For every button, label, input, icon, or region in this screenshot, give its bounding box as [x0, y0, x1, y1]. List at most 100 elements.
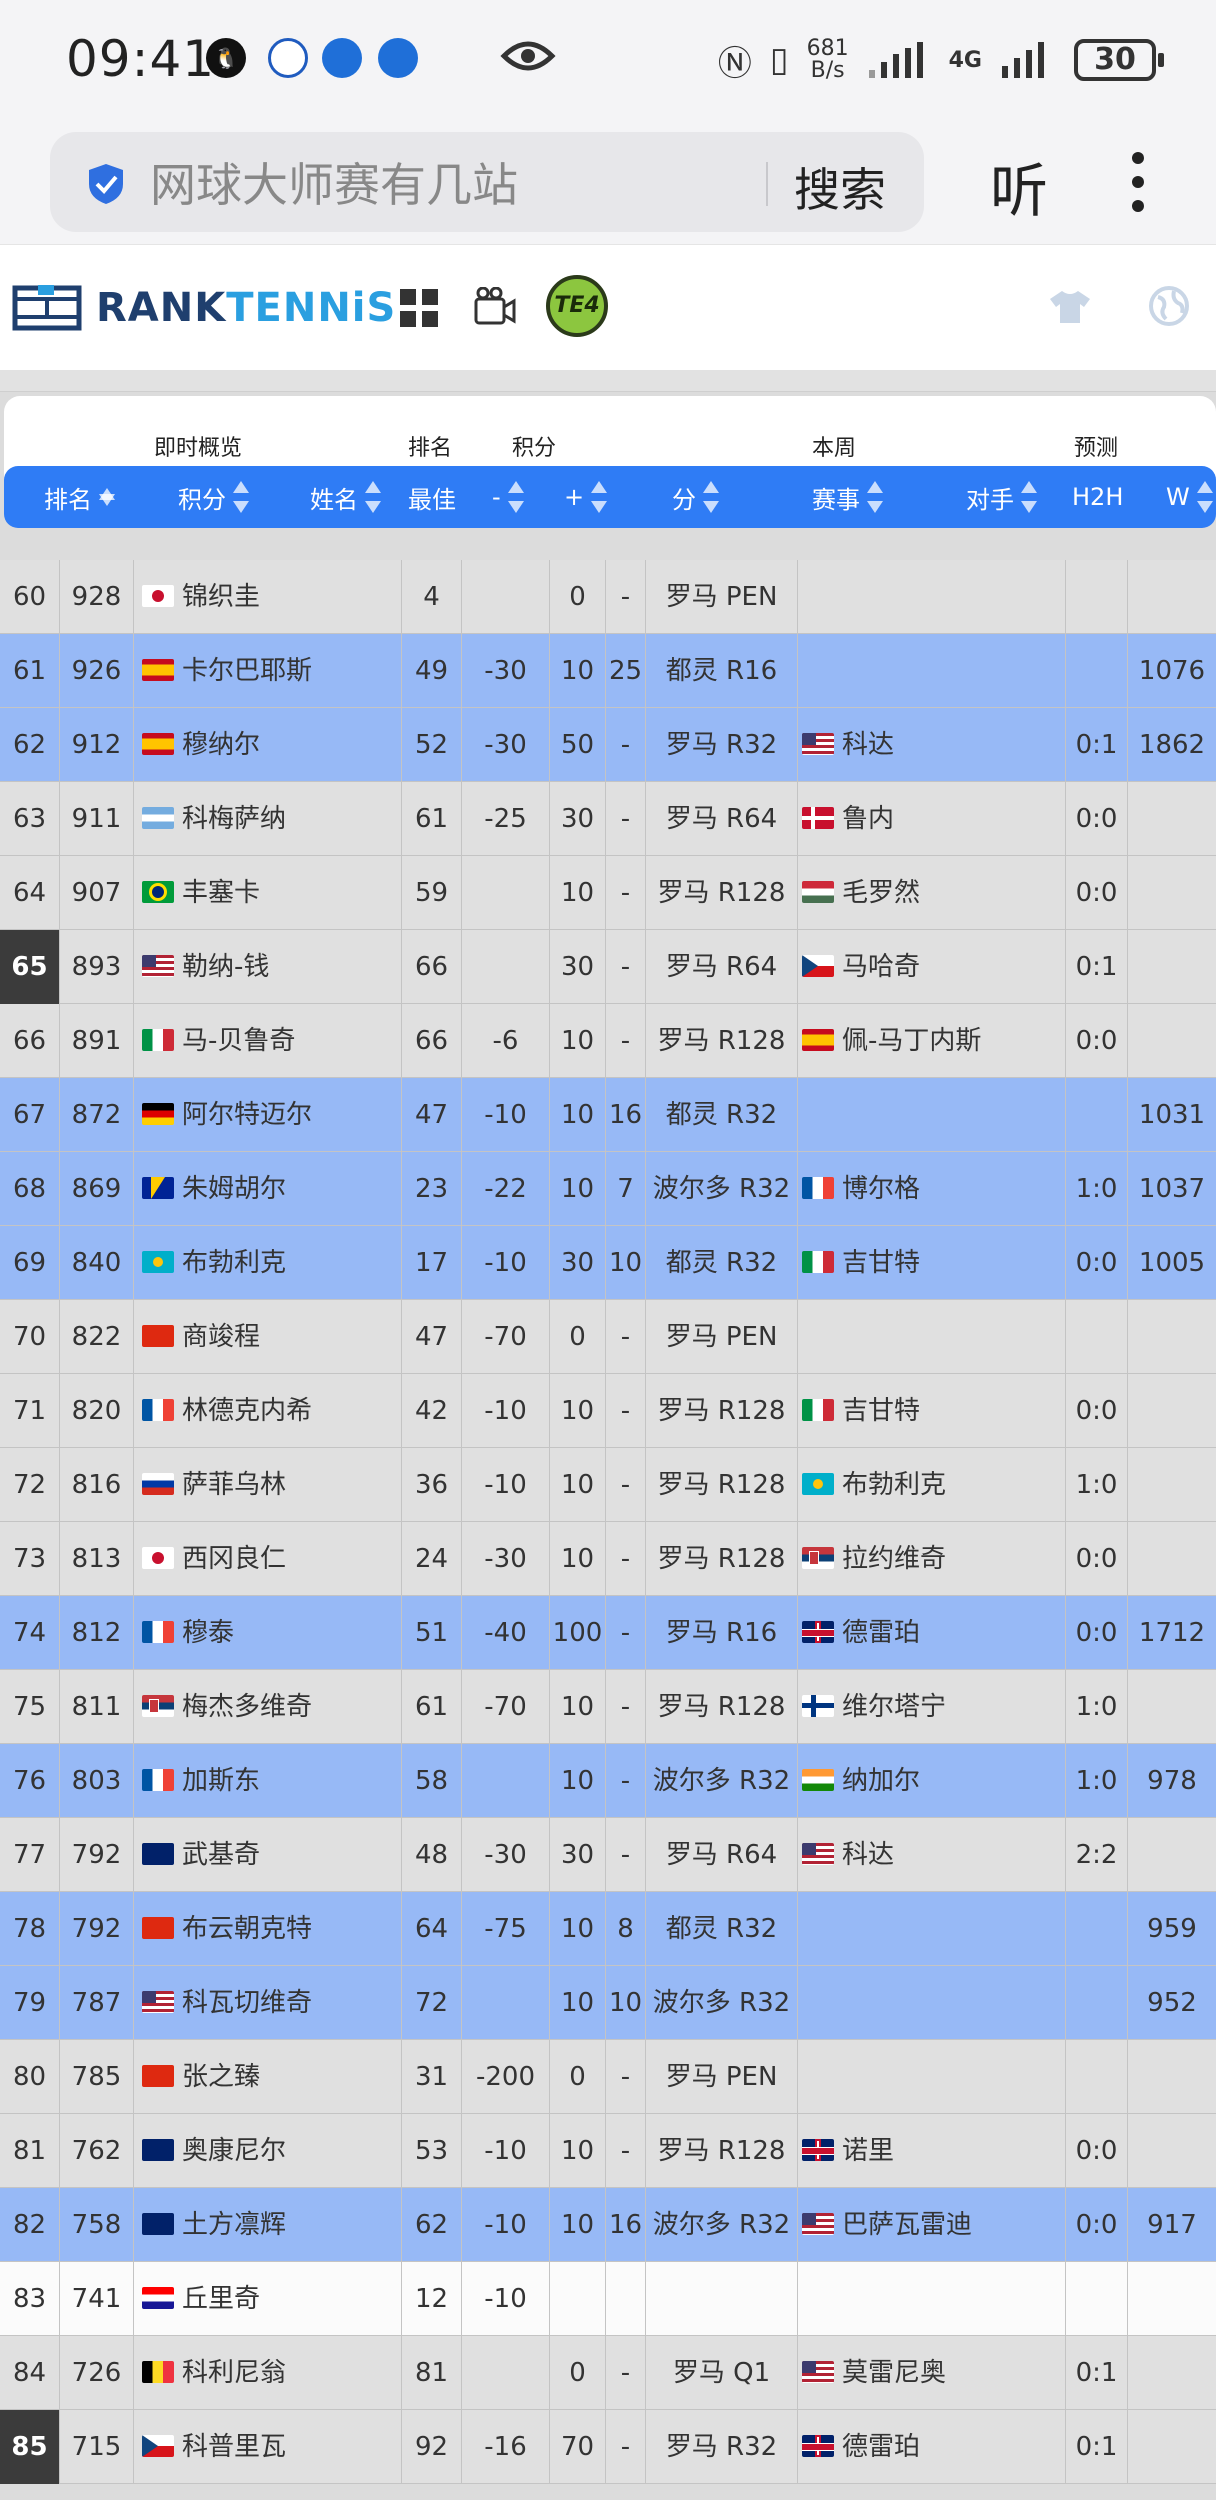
table-row[interactable]: 71 820 林德克内希 42 -10 10- 罗马 R128 吉甘特 0:0 [0, 1374, 1216, 1448]
table-row[interactable]: 72 816 萨菲乌林 36 -10 10- 罗马 R128 布勃利克 1:0 [0, 1448, 1216, 1522]
opponent-cell[interactable]: 纳加尔 [798, 1744, 1066, 1818]
table-row[interactable]: 79 787 科瓦切维奇 72 10 10 波尔多 R32 952 [0, 1966, 1216, 2040]
player-name-cell[interactable]: 科瓦切维奇 [134, 1966, 402, 2040]
opponent-cell[interactable] [798, 1966, 1066, 2040]
opponent-cell[interactable]: 布勃利克 [798, 1448, 1066, 1522]
table-row[interactable]: 85 715 科普里瓦 92 -16 70- 罗马 R32 德雷珀 0:1 [0, 2410, 1216, 2484]
player-name-cell[interactable]: 奥康尼尔 [134, 2114, 402, 2188]
opponent-cell[interactable]: 佩-马丁内斯 [798, 1004, 1066, 1078]
table-row[interactable]: 75 811 梅杰多维奇 61 -70 10- 罗马 R128 维尔塔宁 1:0 [0, 1670, 1216, 1744]
table-row[interactable]: 81 762 奥康尼尔 53 -10 10-罗马 R128 诺里 0:0 [0, 2114, 1216, 2188]
opponent-cell[interactable]: 维尔塔宁 [798, 1670, 1066, 1744]
table-row[interactable]: 67 872 阿尔特迈尔 47 -10 10 16 都灵 R32 1031 [0, 1078, 1216, 1152]
player-name-cell[interactable]: 加斯东 [134, 1744, 402, 1818]
player-name-cell[interactable]: 科利尼翁 [134, 2336, 402, 2410]
opponent-cell[interactable]: 科达 [798, 708, 1066, 782]
col-header-name[interactable]: 姓名 [310, 480, 382, 514]
search-input[interactable] [150, 152, 790, 212]
player-name-cell[interactable]: 布勃利克 [134, 1226, 402, 1300]
opponent-cell[interactable]: 马哈奇 [798, 930, 1066, 1004]
opponent-cell[interactable] [798, 634, 1066, 708]
more-icon[interactable] [1130, 150, 1146, 214]
table-row[interactable]: 84 726 科利尼翁 81 0 - 罗马 Q1 莫雷尼奥 0:1 [0, 2336, 1216, 2410]
table-row[interactable]: 64 907 丰塞卡 59 10- 罗马 R128 毛罗然 0:0 [0, 856, 1216, 930]
col-header-score[interactable]: 分 [672, 480, 720, 514]
table-row[interactable]: 78 792 布云朝克特 64 -75 10 8 都灵 R32 959 [0, 1892, 1216, 1966]
col-header-rank[interactable]: 排名 [44, 480, 116, 514]
table-row[interactable]: 82 758 土方凛辉 62 -10 10 16 波尔多 R32 巴萨瓦雷迪 0:0 917 [0, 2188, 1216, 2262]
player-name-cell[interactable]: 科普里瓦 [134, 2410, 402, 2484]
table-row[interactable]: 83 741 丘里奇 12 -10 [0, 2262, 1216, 2336]
table-row[interactable]: 62 912 穆纳尔 52 -30 50- 罗马 R32 科达 0:1 1862 [0, 708, 1216, 782]
table-row[interactable]: 61 926 卡尔巴耶斯 49 -30 10 25 都灵 R16 1076 [0, 634, 1216, 708]
player-name-cell[interactable]: 商竣程 [134, 1300, 402, 1374]
player-name-cell[interactable]: 锦织圭 [134, 560, 402, 634]
opponent-cell[interactable]: 拉约维奇 [798, 1522, 1066, 1596]
listen-button[interactable]: 听 [990, 144, 1048, 228]
te4-badge-icon[interactable]: TE4 [546, 275, 608, 337]
table-row[interactable]: 76 803 加斯东 58 10- 波尔多 R32 纳加尔 1:0 978 [0, 1744, 1216, 1818]
opponent-cell[interactable]: 科达 [798, 1818, 1066, 1892]
table-row[interactable]: 60 928 锦织圭 4 0 - 罗马 PEN [0, 560, 1216, 634]
player-name-cell[interactable]: 布云朝克特 [134, 1892, 402, 1966]
table-row[interactable]: 65 893 勒纳-钱 66 30- 罗马 R64 马哈奇 0:1 [0, 930, 1216, 1004]
opponent-cell[interactable]: 毛罗然 [798, 856, 1066, 930]
player-name-cell[interactable]: 朱姆胡尔 [134, 1152, 402, 1226]
site-logo[interactable]: RANKTENNiS [12, 285, 396, 331]
opponent-cell[interactable]: 德雷珀 [798, 1596, 1066, 1670]
opponent-cell[interactable] [798, 2040, 1066, 2114]
player-name-cell[interactable]: 林德克内希 [134, 1374, 402, 1448]
table-row[interactable]: 68 869 朱姆胡尔 23 -22 10 7 波尔多 R32 博尔格 1:0 1037 [0, 1152, 1216, 1226]
opponent-cell[interactable]: 鲁内 [798, 782, 1066, 856]
player-name-cell[interactable]: 丰塞卡 [134, 856, 402, 930]
opponent-cell[interactable] [798, 560, 1066, 634]
table-row[interactable]: 70 822 商竣程 47 -70 0 - 罗马 PEN [0, 1300, 1216, 1374]
opponent-cell[interactable] [798, 1300, 1066, 1374]
table-row[interactable]: 80 785 张之臻 31 -200 0 - 罗马 PEN [0, 2040, 1216, 2114]
opponent-cell[interactable]: 吉甘特 [798, 1374, 1066, 1448]
player-name-cell[interactable]: 张之臻 [134, 2040, 402, 2114]
opponent-cell[interactable]: 巴萨瓦雷迪 [798, 2188, 1066, 2262]
table-row[interactable]: 77 792 武基奇 48 -30 30- 罗马 R64 科达 2:2 [0, 1818, 1216, 1892]
player-name-cell[interactable]: 土方凛辉 [134, 2188, 402, 2262]
player-name-cell[interactable]: 科梅萨纳 [134, 782, 402, 856]
col-header-minus[interactable]: - [492, 480, 525, 514]
player-name-cell[interactable]: 武基奇 [134, 1818, 402, 1892]
player-name-cell[interactable]: 阿尔特迈尔 [134, 1078, 402, 1152]
player-name-cell[interactable]: 马-贝鲁奇 [134, 1004, 402, 1078]
video-icon[interactable] [474, 287, 516, 327]
opponent-cell[interactable] [798, 1078, 1066, 1152]
player-name-cell[interactable]: 萨菲乌林 [134, 1448, 402, 1522]
opponent-cell[interactable]: 莫雷尼奥 [798, 2336, 1066, 2410]
player-name-cell[interactable]: 穆泰 [134, 1596, 402, 1670]
shirt-icon[interactable] [1048, 289, 1092, 325]
player-name-cell[interactable]: 勒纳-钱 [134, 930, 402, 1004]
grid-icon[interactable] [400, 289, 438, 327]
player-name-cell[interactable]: 丘里奇 [134, 2262, 402, 2336]
table-row[interactable]: 63 911 科梅萨纳 61 -25 30- 罗马 R64 鲁内 0:0 [0, 782, 1216, 856]
col-header-points[interactable]: 积分 [178, 480, 250, 514]
player-name-cell[interactable]: 卡尔巴耶斯 [134, 634, 402, 708]
opponent-cell[interactable] [798, 2262, 1066, 2336]
opponent-cell[interactable]: 吉甘特 [798, 1226, 1066, 1300]
table-row[interactable]: 74 812 穆泰 51 -40 100- 罗马 R16 德雷珀 0:0 1712 [0, 1596, 1216, 1670]
search-button[interactable]: 搜索 [794, 154, 886, 220]
opponent-cell[interactable] [798, 1892, 1066, 1966]
player-name-cell[interactable]: 梅杰多维奇 [134, 1670, 402, 1744]
opponent-cell[interactable]: 诺里 [798, 2114, 1066, 2188]
table-row[interactable]: 69 840 布勃利克 17 -10 30 10 都灵 R32 吉甘特 0:0 1005 [0, 1226, 1216, 1300]
opponent-cell[interactable]: 博尔格 [798, 1152, 1066, 1226]
globe-icon[interactable] [1148, 285, 1190, 327]
table-row[interactable]: 73 813 西冈良仁 24 -30 10- 罗马 R128 拉约维奇 0:0 [0, 1522, 1216, 1596]
player-name-cell[interactable]: 西冈良仁 [134, 1522, 402, 1596]
col-header-plus[interactable]: + [564, 480, 608, 514]
table-row[interactable]: 66 891 马-贝鲁奇 66 -6 10- 罗马 R128 佩-马丁内斯 0:0 [0, 1004, 1216, 1078]
opponent-cell[interactable]: 德雷珀 [798, 2410, 1066, 2484]
col-header-w[interactable]: W [1166, 480, 1214, 514]
col-header-best[interactable]: 最佳 [408, 480, 456, 514]
col-header-h2h[interactable]: H2H [1072, 480, 1123, 514]
col-header-opponent[interactable]: 对手 [966, 480, 1038, 514]
player-name-cell[interactable]: 穆纳尔 [134, 708, 402, 782]
search-box[interactable]: 搜索 [50, 132, 924, 232]
col-header-event[interactable]: 赛事 [812, 480, 884, 514]
